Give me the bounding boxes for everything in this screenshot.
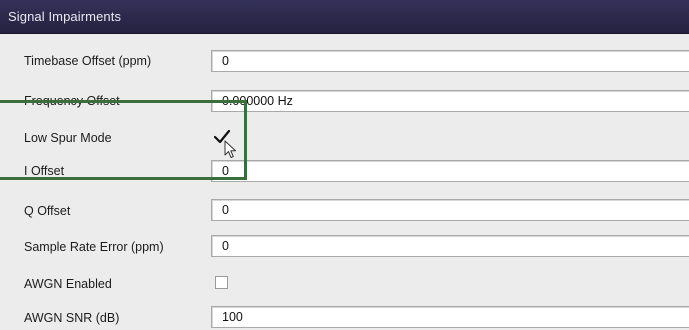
i-offset-value: 0 xyxy=(222,164,229,178)
timebase-offset-value: 0 xyxy=(222,54,229,68)
timebase-offset-label: Timebase Offset (ppm) xyxy=(24,54,152,68)
awgn-enabled-checkbox[interactable] xyxy=(215,276,228,289)
frequency-offset-value: 0.000000 Hz xyxy=(222,94,293,108)
i-offset-field[interactable]: 0 xyxy=(211,160,689,182)
awgn-snr-value: 100 xyxy=(222,310,243,324)
awgn-enabled-label: AWGN Enabled xyxy=(24,277,112,291)
mouse-pointer-icon xyxy=(224,140,236,158)
timebase-offset-field[interactable]: 0 xyxy=(211,50,689,72)
frequency-offset-label: Frequency Offset xyxy=(24,94,120,108)
panel-titlebar: Signal Impairments xyxy=(0,0,689,34)
sample-rate-error-field[interactable]: 0 xyxy=(211,235,689,257)
q-offset-field[interactable]: 0 xyxy=(211,199,689,221)
sample-rate-error-label: Sample Rate Error (ppm) xyxy=(24,240,164,254)
frequency-offset-field[interactable]: 0.000000 Hz xyxy=(211,90,689,112)
low-spur-mode-label: Low Spur Mode xyxy=(24,131,112,145)
i-offset-label: I Offset xyxy=(24,164,65,178)
sample-rate-error-value: 0 xyxy=(222,239,229,253)
awgn-snr-field[interactable]: 100 xyxy=(211,306,689,328)
q-offset-value: 0 xyxy=(222,203,229,217)
q-offset-label: Q Offset xyxy=(24,204,71,218)
panel-title: Signal Impairments xyxy=(8,9,122,24)
awgn-snr-label: AWGN SNR (dB) xyxy=(24,311,120,325)
signal-impairments-panel: Signal Impairments Timebase Offset (ppm)… xyxy=(0,0,689,330)
